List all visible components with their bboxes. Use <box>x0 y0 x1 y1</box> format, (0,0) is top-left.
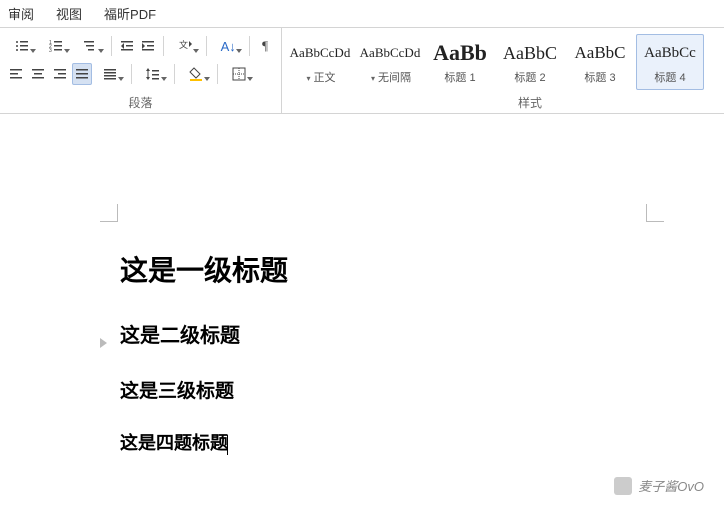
style-item-1[interactable]: AaBbCcDd ▾ 无间隔 <box>356 34 424 90</box>
style-preview: AaBb <box>433 39 487 67</box>
collapse-heading-icon[interactable] <box>100 338 107 348</box>
style-name-label: 标题 3 <box>584 69 615 85</box>
style-item-6[interactable]: A <box>706 34 724 90</box>
increase-indent-button[interactable] <box>138 35 158 57</box>
document-area[interactable]: 这是一级标题 这是二级标题 这是三级标题 这是四题标题 麦子酱OvO <box>0 114 724 513</box>
show-marks-button[interactable]: ¶ <box>255 35 275 57</box>
separator <box>206 36 207 56</box>
watermark-icon <box>614 477 632 495</box>
styles-group-label: 样式 <box>282 94 724 111</box>
separator <box>131 64 132 84</box>
align-left-button[interactable] <box>6 63 26 85</box>
align-center-button[interactable] <box>28 63 48 85</box>
separator <box>174 64 175 84</box>
separator <box>217 64 218 84</box>
separator <box>249 36 250 56</box>
borders-button[interactable] <box>223 63 255 85</box>
bullet-list-button[interactable] <box>6 35 38 57</box>
multilevel-list-button[interactable] <box>74 35 106 57</box>
sort-button[interactable]: A↓ <box>212 35 244 57</box>
style-name-label: 标题 4 <box>654 69 685 85</box>
style-name-label: ▾ 正文 <box>304 69 335 85</box>
style-name-label: ▾ 无间隔 <box>369 69 411 85</box>
style-name-label: 标题 2 <box>514 69 545 85</box>
text-cursor <box>227 435 228 455</box>
heading-4[interactable]: 这是四题标题 <box>120 429 288 455</box>
margin-corner-icon <box>100 204 118 222</box>
style-preview: AaBbCc <box>644 39 696 67</box>
style-item-5[interactable]: AaBbCc 标题 4 <box>636 34 704 90</box>
align-justify-button[interactable] <box>72 63 92 85</box>
heading-3[interactable]: 这是三级标题 <box>120 376 288 403</box>
separator <box>111 36 112 56</box>
style-item-0[interactable]: AaBbCcDd ▾ 正文 <box>286 34 354 90</box>
align-right-button[interactable] <box>50 63 70 85</box>
style-preview: AaBbC <box>503 39 557 67</box>
align-distribute-button[interactable] <box>94 63 126 85</box>
page: 这是一级标题 这是二级标题 这是三级标题 这是四题标题 <box>0 134 724 514</box>
chevron-down-icon: ▾ <box>371 74 375 83</box>
style-item-3[interactable]: AaBbC 标题 2 <box>496 34 564 90</box>
numbered-list-button[interactable]: 123 <box>40 35 72 57</box>
style-item-4[interactable]: AaBbC 标题 3 <box>566 34 634 90</box>
menu-view[interactable]: 视图 <box>56 4 82 23</box>
svg-text:文: 文 <box>179 39 188 50</box>
style-preview: AaBbC <box>575 39 626 67</box>
watermark-text: 麦子酱OvO <box>638 476 704 495</box>
paragraph-group: 123 文 A↓ ¶ 段落 <box>0 28 282 113</box>
ribbon: 123 文 A↓ ¶ 段落 AaBbCcDd ▾ 正文 <box>0 28 724 114</box>
menu-review[interactable]: 审阅 <box>8 4 34 23</box>
style-preview: AaBbCcDd <box>360 39 421 67</box>
shading-button[interactable] <box>180 63 212 85</box>
paragraph-group-label: 段落 <box>0 94 281 111</box>
chevron-down-icon: ▾ <box>306 74 310 83</box>
margin-corner-icon <box>646 204 664 222</box>
line-spacing-button[interactable] <box>137 63 169 85</box>
separator <box>163 36 164 56</box>
text-direction-button[interactable]: 文 <box>169 35 201 57</box>
style-name-label: 标题 1 <box>444 69 475 85</box>
heading-2[interactable]: 这是二级标题 <box>120 319 288 348</box>
decrease-indent-button[interactable] <box>117 35 137 57</box>
svg-text:3: 3 <box>49 48 52 54</box>
menu-foxit[interactable]: 福昕PDF <box>104 4 156 23</box>
styles-group: AaBbCcDd ▾ 正文 AaBbCcDd ▾ 无间隔 AaBb 标题 1 AaBbC 标题… <box>282 28 724 113</box>
style-preview: AaBbCcDd <box>290 39 351 67</box>
heading-1[interactable]: 这是一级标题 <box>120 249 288 289</box>
watermark: 麦子酱OvO <box>614 476 704 495</box>
style-item-2[interactable]: AaBb 标题 1 <box>426 34 494 90</box>
